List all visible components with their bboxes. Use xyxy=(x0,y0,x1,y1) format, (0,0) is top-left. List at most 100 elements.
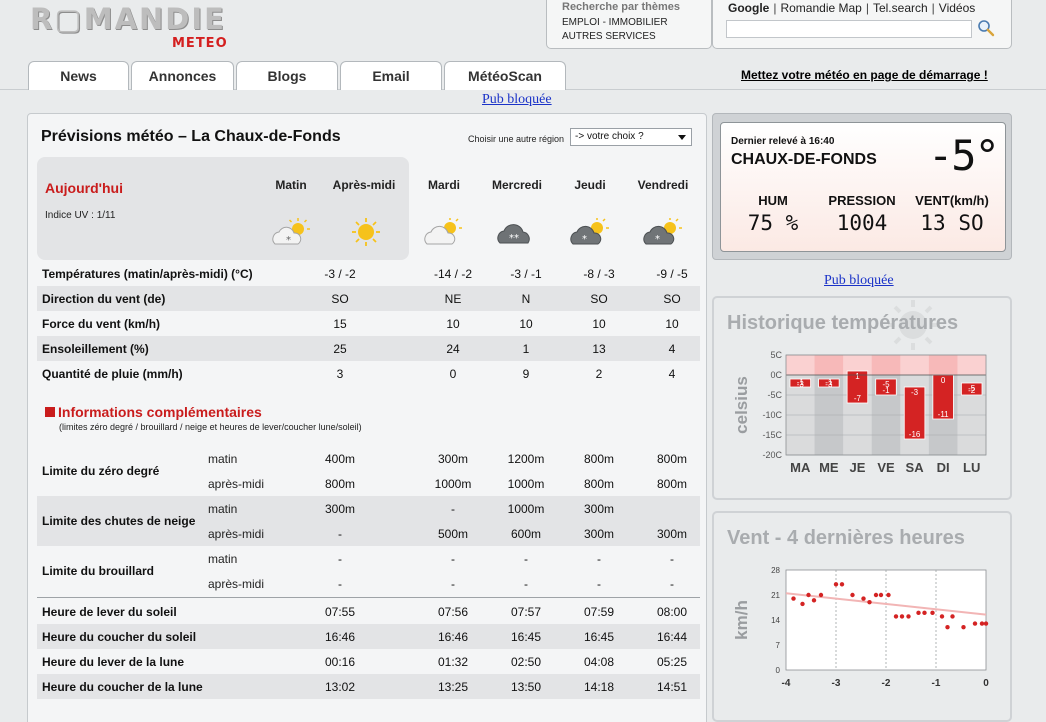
tab-meteoscan[interactable]: MétéoScan xyxy=(444,61,566,90)
hum-value: 75 % xyxy=(747,211,799,235)
bar-label-high: 1 xyxy=(855,372,860,381)
cell: 10 xyxy=(446,317,460,331)
x-tick-label: LU xyxy=(963,460,980,475)
snow-cloud-icon: ** xyxy=(497,224,530,244)
sub-label-apres-midi: après-midi xyxy=(208,527,265,541)
y-tick-label: 14 xyxy=(771,616,780,625)
cell: 16:46 xyxy=(324,630,356,644)
cell: 0 xyxy=(449,367,457,381)
bar-label-low: -1 xyxy=(825,378,833,387)
info-group: Limite du zéro degré matin après-midi 40… xyxy=(37,446,700,496)
cell: 1200m xyxy=(507,452,545,466)
cell: 16:45 xyxy=(583,630,615,644)
cell: SO xyxy=(663,292,681,306)
cell: 9 xyxy=(522,367,530,381)
pub-blocked-right[interactable]: Pub bloquée xyxy=(824,273,894,289)
current-display: Dernier relevé à 16:40 CHAUX-DE-FONDS -5… xyxy=(720,122,1006,252)
romandie-meteo-logo[interactable]: R▢MANDIE METEO xyxy=(30,2,250,52)
search-link-telsearch[interactable]: Tel.search xyxy=(873,1,928,15)
cell: 16:44 xyxy=(656,630,688,644)
tab-email[interactable]: Email xyxy=(340,61,442,90)
wind-point xyxy=(922,610,927,616)
pub-blocked-top[interactable]: Pub bloquée xyxy=(482,92,552,108)
theme-link-emploi[interactable]: EMPLOI - IMMOBILIER xyxy=(562,16,711,30)
cell: 800m xyxy=(583,452,615,466)
cell: - xyxy=(524,552,528,566)
row-label: Heure du lever de la lune xyxy=(42,655,185,669)
bar-label-low: -11 xyxy=(938,410,950,419)
search-link-google[interactable]: Google xyxy=(728,1,769,15)
wind-point xyxy=(878,592,884,598)
today-label: Aujourd'hui xyxy=(45,180,123,196)
sub-label-matin: matin xyxy=(208,552,238,566)
cell: 13:25 xyxy=(437,680,469,694)
cell: 600m xyxy=(510,527,542,541)
cell: 13 xyxy=(592,342,606,356)
col-head-matin: Matin xyxy=(275,178,307,192)
wind-point xyxy=(791,596,796,601)
wind-widget: Vent - 4 dernières heures -4 -3 -2 -1 0 28 21 1… xyxy=(712,511,1012,722)
cell: 07:56 xyxy=(437,605,469,619)
themes-title: Recherche par thèmes xyxy=(562,1,680,13)
region-select-value: -> votre choix ? xyxy=(575,131,644,142)
wind-point xyxy=(833,582,839,587)
wind-chart: -4 -3 -2 -1 0 28 21 14 7 0 km/h xyxy=(732,566,989,689)
cell: 1 xyxy=(522,342,530,356)
cell: 25 xyxy=(333,342,347,356)
search-link-videos[interactable]: Vidéos xyxy=(939,1,975,15)
tab-blogs[interactable]: Blogs xyxy=(236,61,338,90)
bar-label-low: -16 xyxy=(909,430,921,439)
search-link-romandie-map[interactable]: Romandie Map xyxy=(780,1,861,15)
cell: 13:02 xyxy=(324,680,356,694)
wind-point xyxy=(806,592,811,598)
row-label: Direction du vent (de) xyxy=(42,292,166,306)
cell: - xyxy=(451,552,455,566)
sun-row: Heure du lever de la lune 00:16 01:32 02… xyxy=(37,649,700,674)
sub-label-apres-midi: après-midi xyxy=(208,477,265,491)
cell: 05:25 xyxy=(656,655,688,669)
wind-point xyxy=(811,598,817,603)
info-group: Limite des chutes de neige matin après-m… xyxy=(37,496,700,546)
startpage-link[interactable]: Mettez votre météo en page de démarrage … xyxy=(741,68,988,82)
wind-point xyxy=(873,592,879,598)
wind-point xyxy=(950,614,955,619)
cell: 500m xyxy=(437,527,469,541)
cell: - xyxy=(338,527,342,541)
info-title: Informations complémentaires xyxy=(58,404,262,420)
wind-point xyxy=(850,592,855,598)
x-tick-label: 0 xyxy=(983,678,989,689)
cell: - xyxy=(597,552,601,566)
x-tick-label: DI xyxy=(937,460,950,475)
row-label: Force du vent (km/h) xyxy=(42,317,161,331)
cell: - xyxy=(338,577,342,591)
svg-text:*: * xyxy=(655,234,660,245)
tab-annonces[interactable]: Annonces xyxy=(131,61,234,90)
cell: 300m xyxy=(583,527,615,541)
cell: 14:51 xyxy=(656,680,688,694)
region-select[interactable]: -> votre choix ? xyxy=(570,128,692,146)
cell: 07:59 xyxy=(583,605,615,619)
cell: -14 / -2 xyxy=(433,267,472,281)
themes-box: Recherche par thèmes EMPLOI - IMMOBILIER… xyxy=(546,0,712,49)
cell: 800m xyxy=(656,477,688,491)
wind-point xyxy=(972,621,978,626)
warm-zone xyxy=(786,355,986,375)
search-engine-links: Google | Romandie Map | Tel.search | Vidéos xyxy=(728,1,976,15)
search-icon[interactable] xyxy=(977,19,995,37)
tab-news[interactable]: News xyxy=(28,61,129,90)
cell: -3 / -2 xyxy=(324,267,356,281)
x-tick-label: -2 xyxy=(882,678,891,689)
x-tick-label: VE xyxy=(877,460,895,475)
cell: 16:45 xyxy=(510,630,542,644)
info-subtitle: (limites zéro degré / brouillard / neige… xyxy=(59,422,362,432)
wind-head: VENT(km/h) xyxy=(915,193,989,208)
svg-text:**: ** xyxy=(509,233,519,244)
theme-link-autres[interactable]: AUTRES SERVICES xyxy=(562,30,711,44)
cell: 300m xyxy=(324,502,356,516)
wind-value: 13 SO xyxy=(920,211,984,235)
info-toggle[interactable]: Informations complémentaires xyxy=(45,404,262,420)
cell: -9 / -5 xyxy=(656,267,688,281)
x-tick-label: ME xyxy=(819,460,839,475)
forecast-row: Direction du vent (de) SO NE N SO SO xyxy=(37,286,700,311)
search-input[interactable] xyxy=(726,20,972,38)
